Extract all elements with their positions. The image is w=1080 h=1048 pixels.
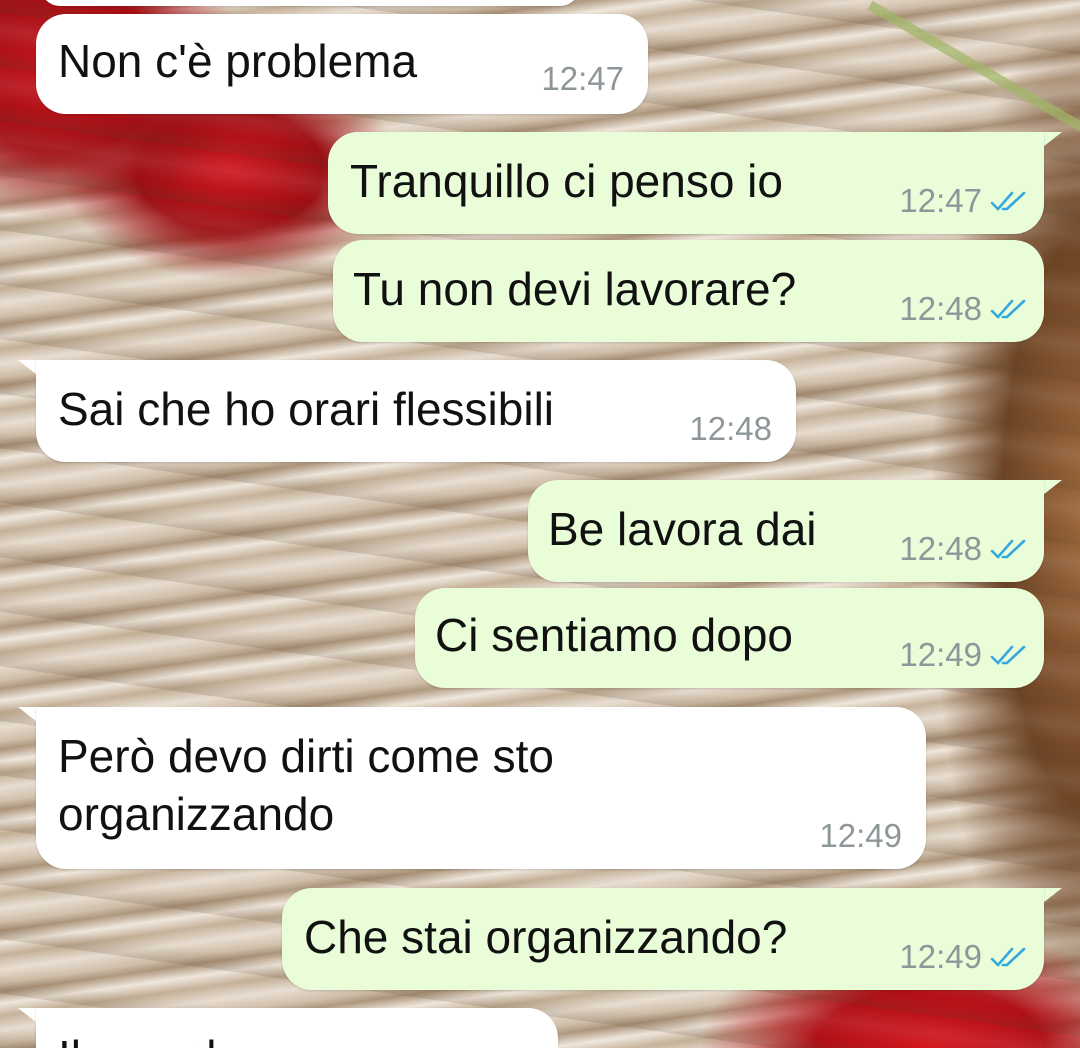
- wallpaper-stem: [867, 0, 1080, 140]
- message-bubble[interactable]: Non c'è problema 12:47: [36, 14, 648, 114]
- message-meta: 12:48: [899, 530, 1028, 568]
- message-bubble[interactable]: Tranquillo ci penso io 12:47: [328, 132, 1044, 234]
- partial-message-bubble: [40, 0, 580, 6]
- read-ticks-icon: [990, 947, 1026, 967]
- message-time: 12:48: [689, 410, 772, 447]
- read-ticks-icon: [990, 299, 1026, 319]
- message-time: 12:47: [541, 60, 624, 97]
- message-time: 12:49: [899, 938, 982, 975]
- message-bubble[interactable]: Sai che ho orari flessibili 12:48: [36, 360, 796, 462]
- message-text: Che stai organizzando?: [304, 911, 788, 963]
- message-text: Sai che ho orari flessibili: [58, 383, 555, 435]
- read-ticks-icon: [990, 645, 1026, 665]
- message-text: Be lavora dai: [548, 503, 817, 555]
- message-time: 12:48: [899, 530, 982, 567]
- message-text: Ci sentiamo dopo: [435, 609, 793, 661]
- message-bubble[interactable]: Che stai organizzando? 12:49: [282, 888, 1044, 990]
- message-bubble[interactable]: Però devo dirti come sto organizzando 12…: [36, 707, 926, 869]
- message-time: 12:48: [899, 290, 982, 327]
- message-bubble[interactable]: Il compleanno: [36, 1008, 558, 1048]
- message-bubble[interactable]: Tu non devi lavorare? 12:48: [333, 240, 1044, 342]
- message-meta: 12:48: [899, 290, 1028, 328]
- message-text: Tranquillo ci penso io: [350, 155, 783, 207]
- message-text: Il compleanno: [58, 1028, 344, 1048]
- message-time: 12:49: [899, 636, 982, 673]
- message-time: 12:49: [819, 817, 902, 854]
- message-meta: 12:47: [899, 182, 1028, 220]
- message-bubble[interactable]: Ci sentiamo dopo 12:49: [415, 588, 1044, 688]
- read-ticks-icon: [990, 539, 1026, 559]
- read-ticks-icon: [990, 191, 1026, 211]
- message-bubble[interactable]: Be lavora dai 12:48: [528, 480, 1044, 582]
- message-meta: 12:49: [899, 636, 1028, 674]
- message-text: Però devo dirti come sto organizzando: [58, 730, 555, 840]
- message-text: Non c'è problema: [58, 35, 418, 87]
- message-time: 12:47: [899, 182, 982, 219]
- message-meta: 12:49: [899, 938, 1028, 976]
- message-text: Tu non devi lavorare?: [353, 263, 797, 315]
